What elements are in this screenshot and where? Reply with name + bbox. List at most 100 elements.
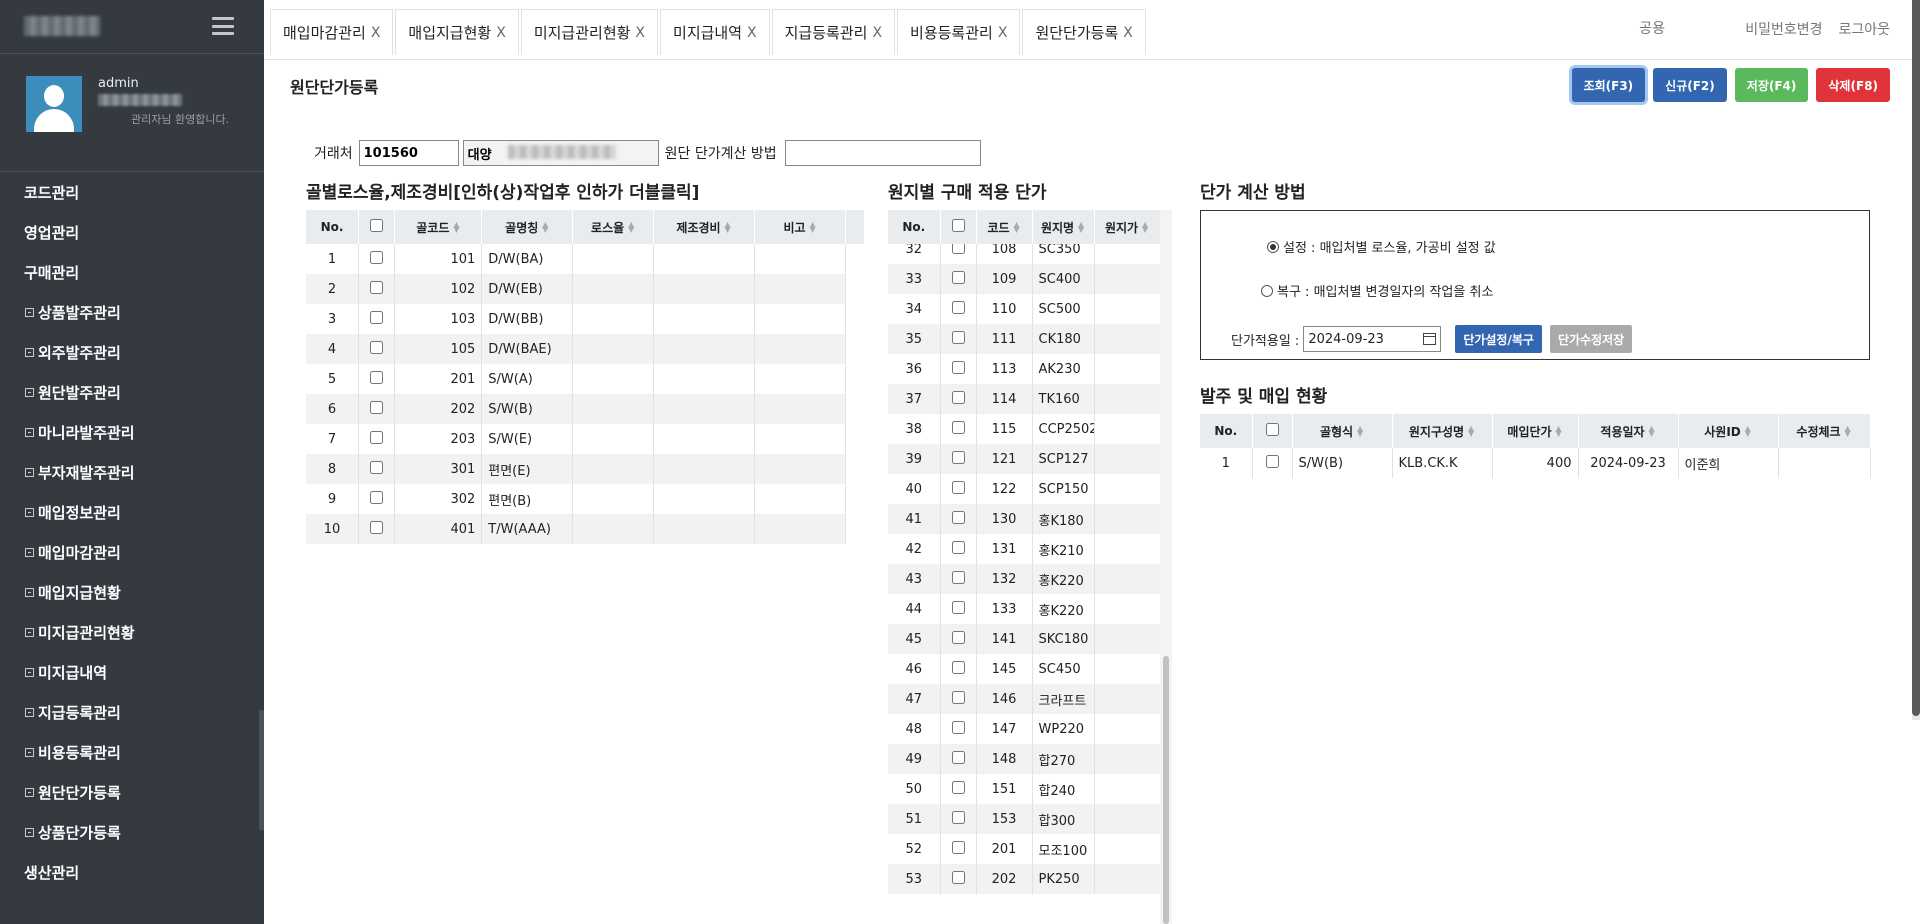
sidebar-item-10[interactable]: 매입지급현황: [0, 572, 264, 612]
sidebar-item-13[interactable]: 지급등록관리: [0, 692, 264, 732]
sort-icon[interactable]: ▲▼: [1744, 424, 1752, 437]
vendor-code-input[interactable]: [358, 140, 459, 166]
row-checkbox[interactable]: [951, 780, 965, 794]
column-header[interactable]: 원지구성명 ▲▼: [1392, 414, 1493, 448]
table-row[interactable]: 40 122 SCP150: [888, 474, 1160, 504]
table-row[interactable]: 51 153 합300: [888, 804, 1160, 834]
column-header[interactable]: [940, 210, 977, 244]
row-checkbox[interactable]: [951, 810, 965, 824]
sort-icon[interactable]: ▲▼: [541, 220, 549, 233]
row-checkbox[interactable]: [951, 390, 965, 404]
column-header[interactable]: 골명칭 ▲▼: [481, 210, 574, 244]
sidebar-item-6[interactable]: 마니라발주관리: [0, 412, 264, 452]
table-row[interactable]: 37 114 TK160: [888, 384, 1160, 414]
row-checkbox[interactable]: [951, 540, 965, 554]
tab-close-icon[interactable]: X: [1123, 25, 1133, 41]
table-row[interactable]: 36 113 AK230: [888, 354, 1160, 384]
tab-close-icon[interactable]: X: [496, 25, 506, 41]
sidebar-item-12[interactable]: 미지급내역: [0, 652, 264, 692]
column-header[interactable]: No.: [306, 210, 360, 244]
table-row[interactable]: 41 130 홍K180: [888, 504, 1160, 534]
price-set-restore-button[interactable]: 단가설정/복구: [1455, 325, 1542, 353]
row-checkbox[interactable]: [951, 330, 965, 344]
column-header[interactable]: No.: [1200, 414, 1253, 448]
column-header[interactable]: 사원ID ▲▼: [1678, 414, 1779, 448]
sidebar-item-15[interactable]: 원단단가등록: [0, 772, 264, 812]
table-row[interactable]: 46 145 SC450: [888, 654, 1160, 684]
column-header[interactable]: 수정체크 ▲▼: [1778, 414, 1871, 448]
menu-toggle-icon[interactable]: [212, 17, 234, 35]
row-checkbox[interactable]: [370, 430, 384, 444]
column-header[interactable]: 비고 ▲▼: [754, 210, 846, 244]
table-row[interactable]: 48 147 WP220: [888, 714, 1160, 744]
tab-close-icon[interactable]: X: [371, 25, 381, 41]
column-header[interactable]: 적용일자 ▲▼: [1578, 414, 1679, 448]
sidebar-item-7[interactable]: 부자재발주관리: [0, 452, 264, 492]
row-checkbox[interactable]: [370, 250, 384, 264]
row-checkbox[interactable]: [370, 280, 384, 294]
sort-icon[interactable]: ▲▼: [1013, 220, 1021, 233]
select-all-checkbox[interactable]: [1265, 423, 1279, 436]
sort-icon[interactable]: ▲▼: [724, 220, 732, 233]
row-checkbox[interactable]: [951, 690, 965, 704]
column-header[interactable]: 원지가 ▲▼: [1094, 210, 1160, 244]
logout-link[interactable]: 로그아웃: [1838, 19, 1890, 39]
row-checkbox[interactable]: [951, 450, 965, 464]
row-checkbox[interactable]: [951, 630, 965, 644]
column-header[interactable]: No.: [888, 210, 941, 244]
row-checkbox[interactable]: [370, 520, 384, 534]
row-checkbox[interactable]: [951, 270, 965, 284]
column-header[interactable]: [358, 210, 396, 244]
sort-icon[interactable]: ▲▼: [1467, 424, 1475, 437]
row-checkbox[interactable]: [951, 570, 965, 584]
sidebar-item-0[interactable]: 코드관리: [0, 172, 264, 212]
price-save-button[interactable]: 단가수정저장: [1549, 325, 1633, 353]
sort-icon[interactable]: ▲▼: [1555, 424, 1563, 437]
row-checkbox[interactable]: [951, 840, 965, 854]
table-row[interactable]: 8 301 편면(E): [306, 454, 846, 484]
row-checkbox[interactable]: [951, 300, 965, 314]
sidebar-item-11[interactable]: 미지급관리현황: [0, 612, 264, 652]
table-row[interactable]: 45 141 SKC180: [888, 624, 1160, 654]
search-button[interactable]: 조회(F3): [1571, 68, 1646, 102]
sidebar-item-4[interactable]: 외주발주관리: [0, 332, 264, 372]
apply-date-input[interactable]: 2024-09-23: [1303, 326, 1442, 352]
tab-2[interactable]: 미지급관리현황 X: [520, 9, 659, 55]
table-row[interactable]: 44 133 홍K220: [888, 594, 1160, 624]
method-input[interactable]: [784, 140, 981, 166]
tab-1[interactable]: 매입지급현황 X: [395, 9, 519, 55]
row-checkbox[interactable]: [370, 370, 384, 384]
sort-icon[interactable]: ▲▼: [1844, 424, 1852, 437]
change-password-link[interactable]: 비밀번호변경: [1745, 19, 1822, 39]
table-row[interactable]: 9 302 편면(B): [306, 484, 846, 514]
new-button[interactable]: 신규(F2): [1653, 68, 1727, 102]
sort-icon[interactable]: ▲▼: [809, 220, 817, 233]
table-row[interactable]: 43 132 홍K220: [888, 564, 1160, 594]
table-row[interactable]: 10 401 T/W(AAA): [306, 514, 846, 544]
table-row[interactable]: 5 201 S/W(A): [306, 364, 846, 394]
column-header[interactable]: 골코드 ▲▼: [394, 210, 483, 244]
tab-5[interactable]: 비용등록관리 X: [897, 9, 1021, 55]
table-row[interactable]: 39 121 SCP127: [888, 444, 1160, 474]
row-checkbox[interactable]: [370, 340, 384, 354]
sort-icon[interactable]: ▲▼: [1356, 424, 1364, 437]
column-header[interactable]: 코드 ▲▼: [976, 210, 1033, 244]
table-row[interactable]: 34 110 SC500: [888, 294, 1160, 324]
radio-restore[interactable]: [1261, 284, 1273, 297]
table-row[interactable]: 35 111 CK180: [888, 324, 1160, 354]
row-checkbox[interactable]: [370, 490, 384, 504]
table-row[interactable]: 1 S/W(B) KLB.CK.K 400 2024-09-23 이준희: [1200, 448, 1871, 478]
column-header[interactable]: [1252, 414, 1293, 448]
table-row[interactable]: 4 105 D/W(BAE): [306, 334, 846, 364]
row-checkbox[interactable]: [951, 360, 965, 374]
column-header[interactable]: 원지명 ▲▼: [1032, 210, 1095, 244]
row-checkbox[interactable]: [951, 480, 965, 494]
option-restore[interactable]: 복구 : 매입처별 변경일자의 작업을 취소: [1261, 281, 1493, 300]
grid2-scroll-thumb[interactable]: [1163, 656, 1169, 924]
tab-close-icon[interactable]: X: [998, 25, 1008, 41]
table-row[interactable]: 3 103 D/W(BB): [306, 304, 846, 334]
tab-close-icon[interactable]: X: [872, 25, 882, 41]
option-set[interactable]: 설정 : 매입처별 로스율, 가공비 설정 값: [1267, 237, 1496, 256]
tab-close-icon[interactable]: X: [747, 25, 757, 41]
table-row[interactable]: 2 102 D/W(EB): [306, 274, 846, 304]
